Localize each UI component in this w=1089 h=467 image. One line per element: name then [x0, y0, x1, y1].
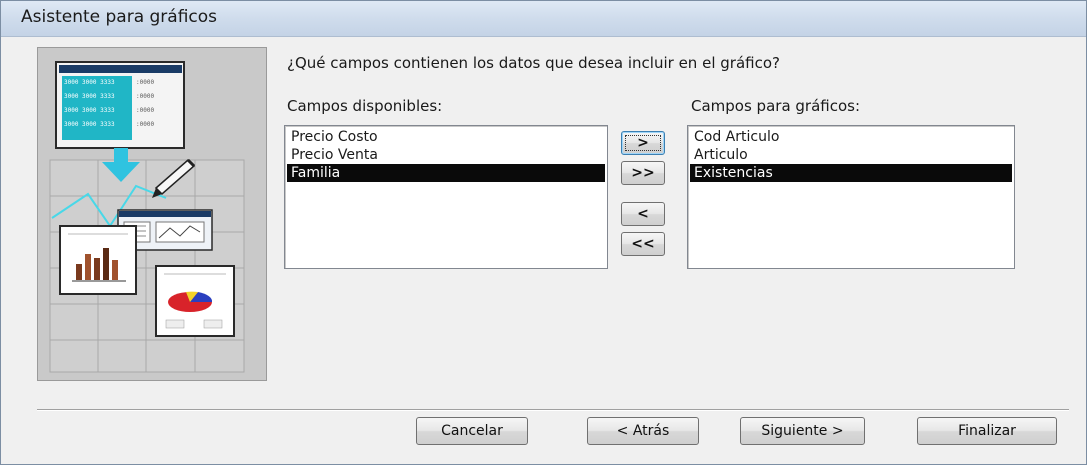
svg-text:3000 3000 3333: 3000 3000 3333 [64, 121, 115, 128]
cancel-button[interactable]: Cancelar [416, 417, 528, 445]
svg-text::0000: :0000 [136, 93, 154, 100]
footer-separator [37, 409, 1069, 411]
window-title: Asistente para gráficos [21, 7, 218, 27]
next-button[interactable]: Siguiente > [740, 417, 865, 445]
add-all-fields-button[interactable]: >> [621, 161, 665, 185]
bar-chart-page [59, 225, 137, 295]
svg-text::0000: :0000 [136, 79, 154, 86]
chart-fields-listbox[interactable]: Cod Articulo Articulo Existencias [687, 125, 1015, 269]
title-bar[interactable]: Asistente para gráficos [1, 1, 1086, 37]
finish-button[interactable]: Finalizar [917, 417, 1057, 445]
pie-chart-page [155, 265, 235, 337]
back-button[interactable]: < Atrás [587, 417, 699, 445]
focus-ring [625, 135, 661, 151]
svg-text:3000 3000 3333: 3000 3000 3333 [64, 107, 115, 114]
svg-text::0000: :0000 [136, 107, 154, 114]
add-all-fields-button-label: >> [631, 165, 655, 181]
list-item[interactable]: Precio Venta [287, 146, 605, 164]
list-item[interactable]: Precio Costo [287, 128, 605, 146]
list-item[interactable]: Existencias [690, 164, 1012, 182]
svg-text:3000 3000 3333: 3000 3000 3333 [64, 93, 115, 100]
wizard-question: ¿Qué campos contienen los datos que dese… [287, 54, 780, 72]
remove-all-fields-button[interactable]: << [621, 232, 665, 256]
list-item[interactable]: Articulo [690, 146, 1012, 164]
svg-text::0000: :0000 [136, 121, 154, 128]
table-icon: 3000 3000 3333 3000 3000 3333 3000 3000 … [55, 61, 185, 149]
chart-fields-label: Campos para gráficos: [691, 97, 861, 115]
svg-text:3000 3000 3333: 3000 3000 3333 [64, 79, 115, 86]
wizard-illustration: 3000 3000 3333 3000 3000 3333 3000 3000 … [37, 47, 267, 381]
list-item[interactable]: Familia [287, 164, 605, 182]
remove-field-button-label: < [637, 206, 649, 222]
remove-field-button[interactable]: < [621, 202, 665, 226]
available-fields-listbox[interactable]: Precio Costo Precio Venta Familia [284, 125, 608, 269]
add-field-button[interactable]: > [621, 131, 665, 155]
chart-wizard-dialog: Asistente para gráficos 3000 3000 3333 3… [0, 0, 1087, 465]
list-item[interactable]: Cod Articulo [690, 128, 1012, 146]
wizard-illustration-graphic: 3000 3000 3333 3000 3000 3333 3000 3000 … [49, 61, 245, 373]
remove-all-fields-button-label: << [631, 236, 655, 252]
available-fields-label: Campos disponibles: [287, 97, 443, 115]
